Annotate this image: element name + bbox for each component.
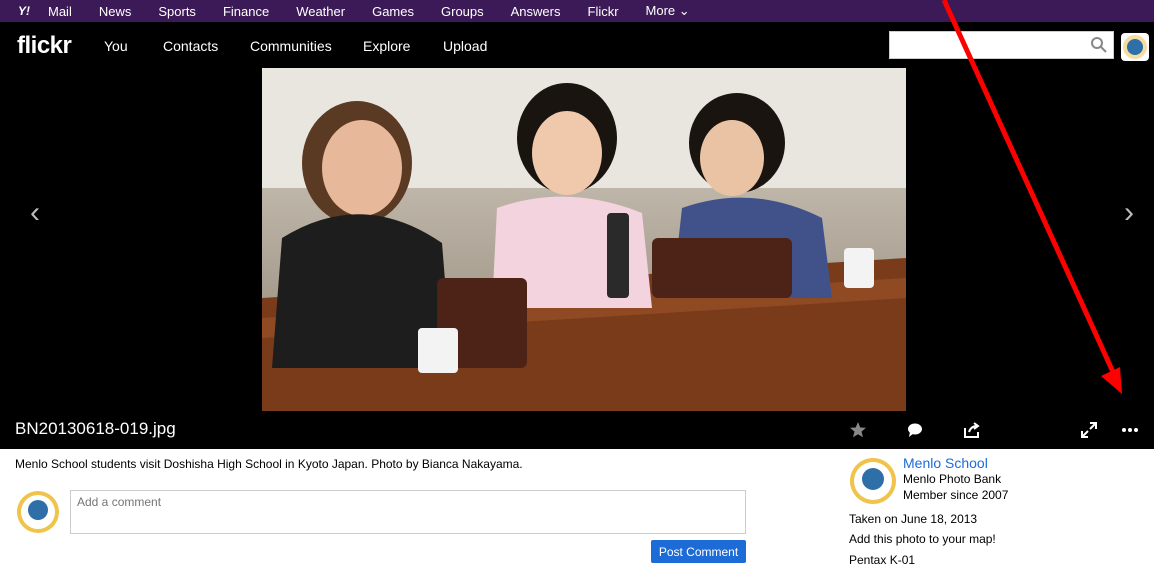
owner-avatar[interactable] (849, 457, 897, 505)
post-comment-button[interactable]: Post Comment (651, 540, 746, 563)
comment-input[interactable] (70, 490, 746, 534)
nav-explore[interactable]: Explore (363, 38, 410, 54)
search-input[interactable] (889, 31, 1114, 59)
more-icon[interactable] (1121, 421, 1139, 439)
photo-description: Menlo School students visit Doshisha Hig… (15, 457, 523, 471)
share-icon[interactable] (963, 421, 981, 439)
prev-arrow-icon[interactable]: ‹ (30, 196, 40, 230)
flickr-logo[interactable]: flickr (17, 32, 72, 60)
photo-stage: ‹ › (0, 22, 1154, 411)
yahoo-bar: Y! Mail News Sports Finance Weather Game… (0, 0, 1154, 22)
yahoo-item-news[interactable]: News (99, 4, 132, 19)
expand-icon[interactable] (1080, 421, 1098, 439)
camera-model[interactable]: Pentax K-01 (849, 553, 915, 567)
nav-communities[interactable]: Communities (250, 38, 332, 54)
add-to-map-link[interactable]: Add this photo to your map! (849, 532, 996, 546)
photo-title-bar: BN20130618-019.jpg (0, 411, 1154, 449)
nav-contacts[interactable]: Contacts (163, 38, 218, 54)
nav-you[interactable]: You (104, 38, 128, 54)
yahoo-item-flickr[interactable]: Flickr (588, 4, 619, 19)
comment-icon[interactable] (906, 421, 924, 439)
yahoo-item-finance[interactable]: Finance (223, 4, 269, 19)
owner-member-since: Member since 2007 (903, 488, 1009, 502)
yahoo-item-mail[interactable]: Mail (48, 4, 72, 19)
yahoo-item-weather[interactable]: Weather (296, 4, 345, 19)
next-arrow-icon[interactable]: › (1124, 196, 1134, 230)
search-icon[interactable] (1090, 36, 1108, 54)
taken-date: Taken on June 18, 2013 (849, 512, 978, 526)
commenter-avatar (16, 490, 60, 534)
photo-title: BN20130618-019.jpg (15, 419, 176, 438)
yahoo-item-more[interactable]: More ⌄ (646, 3, 690, 19)
flickr-nav: flickr You Contacts Communities Explore … (0, 22, 1154, 68)
yahoo-logo-icon[interactable]: Y! (0, 4, 48, 18)
star-icon[interactable] (849, 421, 867, 439)
yahoo-item-games[interactable]: Games (372, 4, 414, 19)
nav-upload[interactable]: Upload (443, 38, 487, 54)
yahoo-item-groups[interactable]: Groups (441, 4, 484, 19)
user-avatar[interactable] (1121, 33, 1149, 61)
photo-image[interactable] (262, 68, 906, 411)
owner-name-link[interactable]: Menlo School (903, 455, 988, 471)
owner-subtitle: Menlo Photo Bank (903, 472, 1002, 486)
yahoo-item-sports[interactable]: Sports (158, 4, 196, 19)
yahoo-item-answers[interactable]: Answers (511, 4, 561, 19)
